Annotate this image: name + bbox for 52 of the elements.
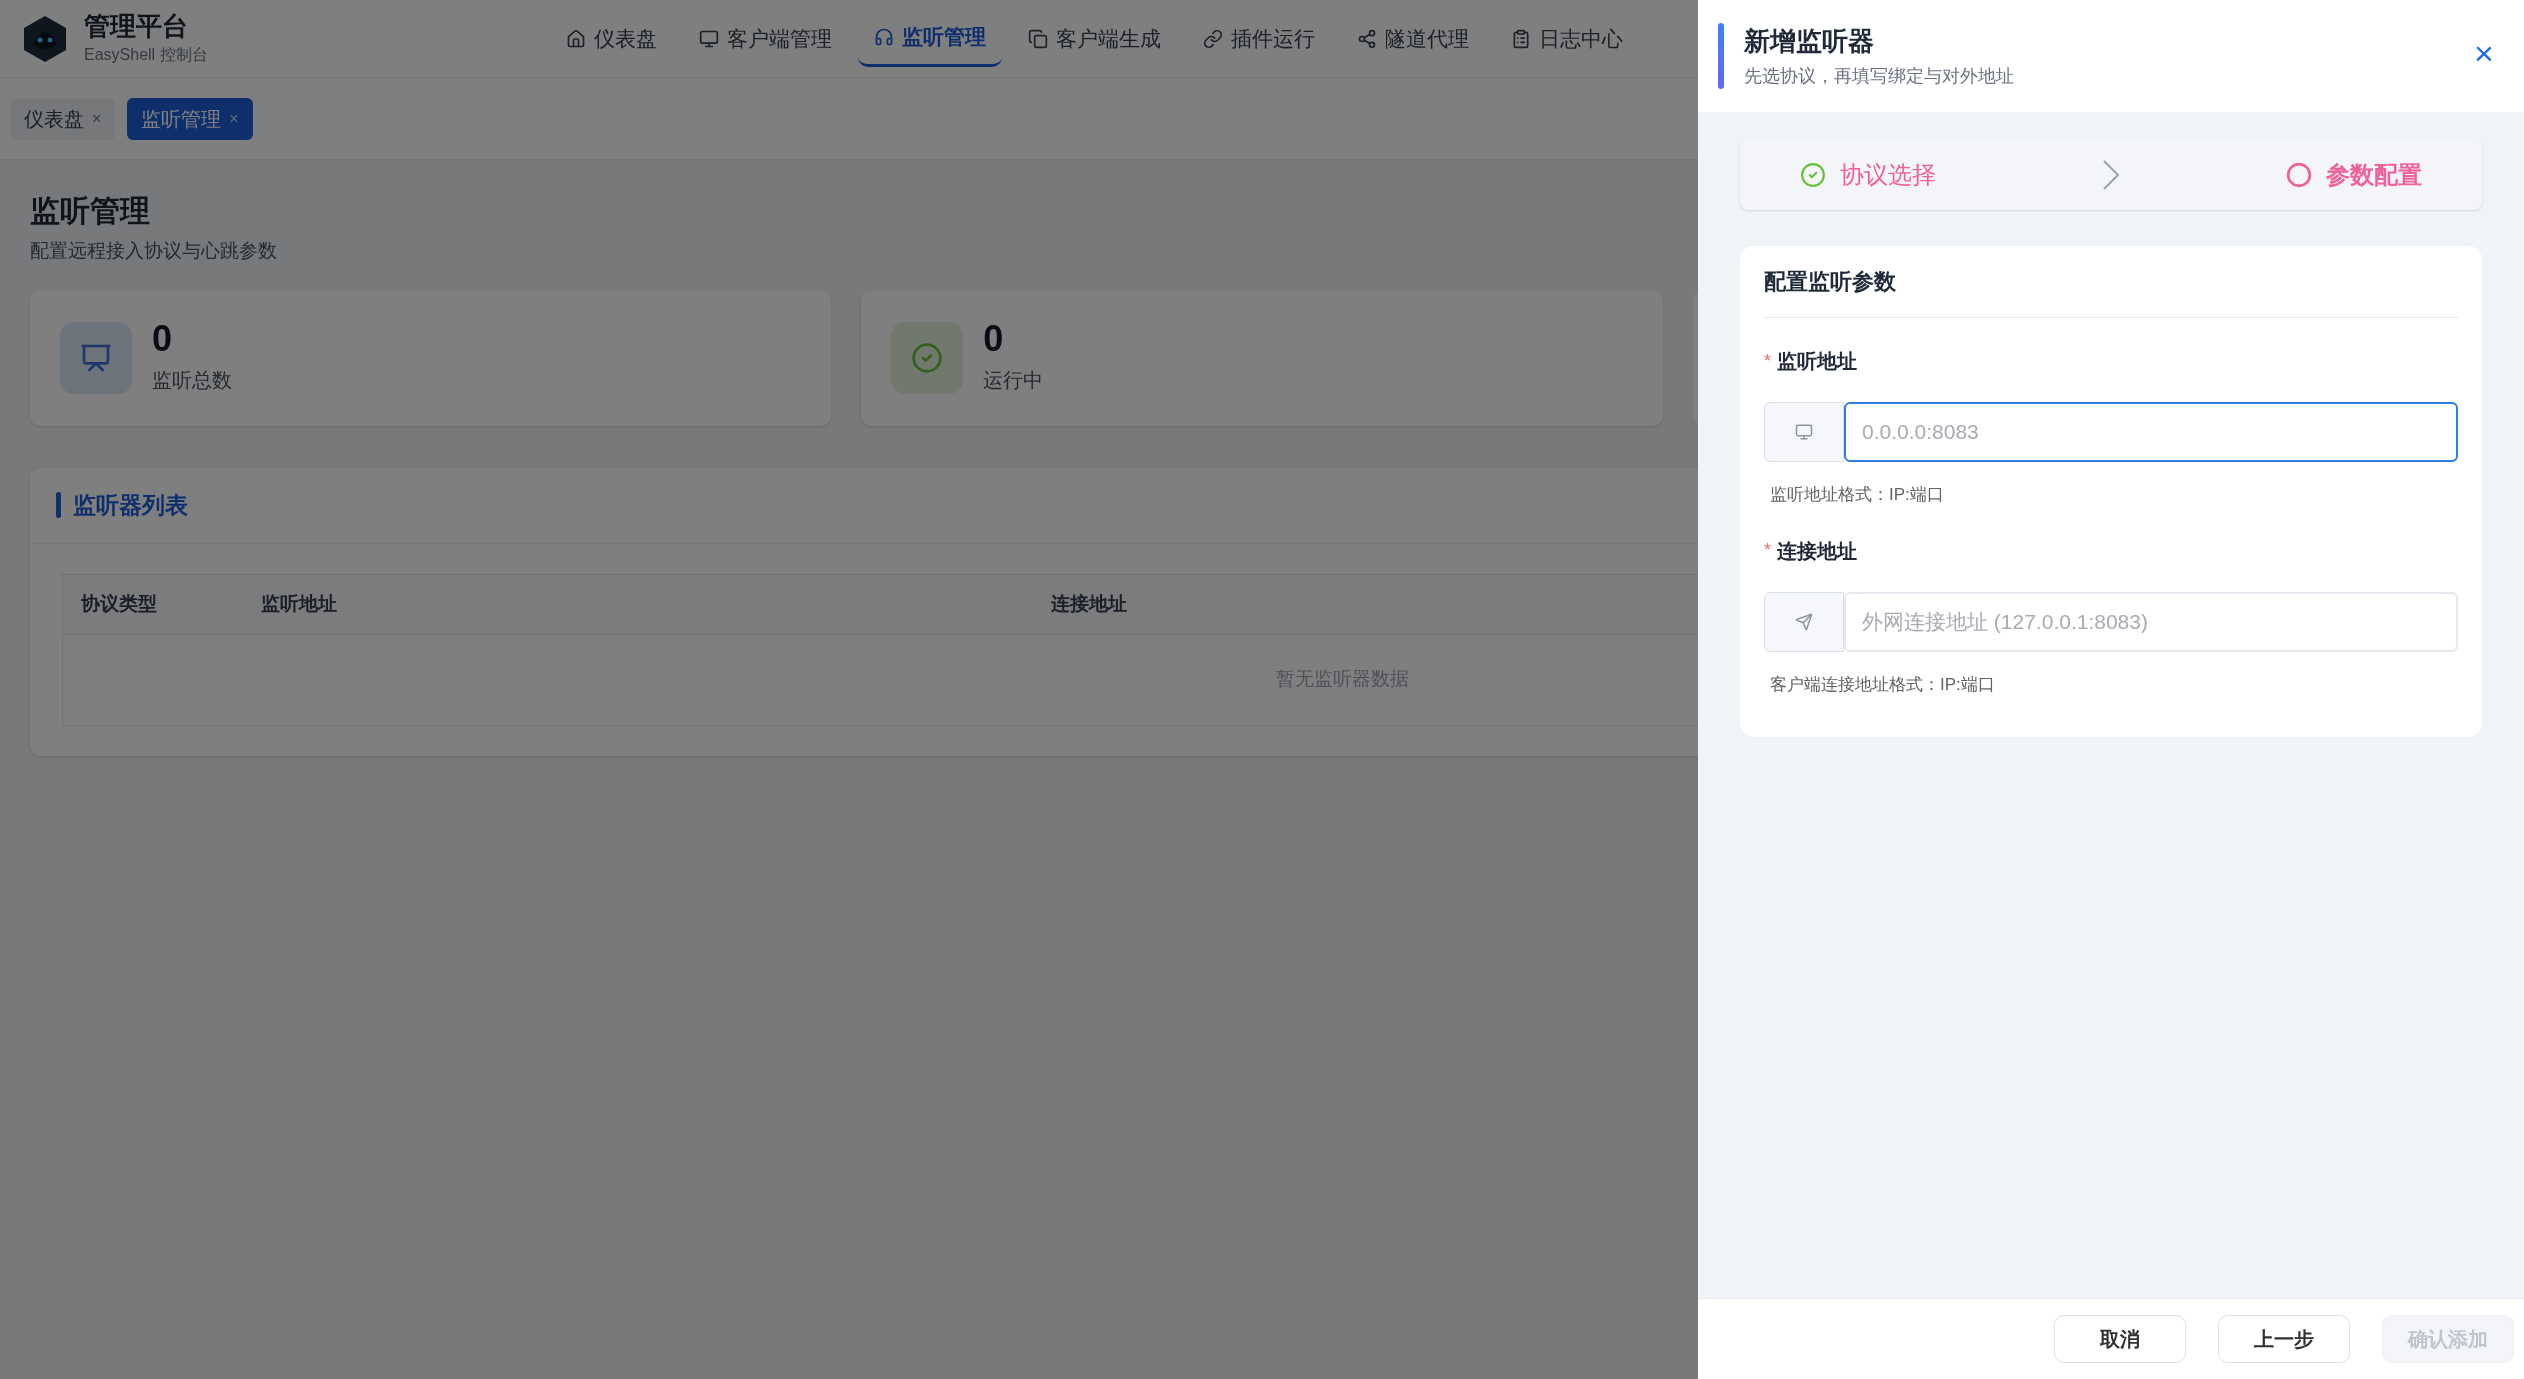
accent-bar — [56, 492, 61, 518]
column-header: 协议类型 — [80, 591, 158, 616]
nav-tab[interactable]: 日志中心 — [1495, 10, 1639, 67]
step-label: 参数配置 — [2326, 160, 2422, 190]
page-tab[interactable]: 监听管理 × — [127, 97, 253, 140]
drawer-title: 新增监听器 — [1744, 25, 1875, 58]
page-title: 监听管理 — [30, 193, 151, 229]
tab-close-button[interactable]: × — [229, 106, 239, 131]
page-tab[interactable]: 仪表盘 × — [10, 97, 116, 140]
close-button[interactable]: × — [2464, 33, 2504, 73]
footer-button[interactable]: 上一步 — [2218, 1315, 2350, 1363]
field-hint: 监听地址格式：IP:端口 — [1770, 484, 1945, 506]
drawer-subtitle: 先选协议，再填写绑定与对外地址 — [1744, 65, 2015, 88]
clipboard-icon — [1511, 28, 1531, 49]
share-icon — [1357, 28, 1377, 49]
check-circle-icon — [911, 341, 944, 374]
nav-tab[interactable]: 客户端管理 — [683, 10, 848, 67]
required-asterisk: * — [1764, 539, 1771, 562]
list-title: 监听器列表 — [73, 490, 188, 520]
tab-close-button[interactable]: × — [92, 106, 102, 131]
stat-label: 运行中 — [983, 367, 1044, 393]
nav-tab[interactable]: 客户端生成 — [1012, 10, 1177, 67]
column-header: 监听地址 — [260, 591, 338, 616]
monitor-icon — [1795, 423, 1813, 441]
chevron-right-icon — [2102, 159, 2120, 191]
copy-icon — [1028, 28, 1048, 49]
column-header: 连接地址 — [1050, 591, 1127, 616]
footer-button[interactable]: 取消 — [2054, 1315, 2186, 1363]
tab-label: 监听管理 — [141, 106, 222, 132]
stat-value: 0 — [983, 320, 1005, 357]
app-title: 管理平台 — [84, 10, 189, 43]
tab-label: 仪表盘 — [24, 106, 84, 132]
stat-value: 0 — [152, 320, 174, 357]
step-label: 协议选择 — [1840, 160, 1936, 190]
headset-icon — [874, 27, 894, 47]
input-field[interactable]: 0.0.0.0:8083 — [1844, 402, 2458, 462]
field-hint: 客户端连接地址格式：IP:端口 — [1770, 673, 1996, 696]
nav-tab[interactable]: 监听管理 — [858, 10, 1002, 67]
field-label: 连接地址 — [1777, 538, 1857, 564]
required-asterisk: * — [1764, 349, 1771, 373]
stat-label: 监听总数 — [152, 367, 232, 393]
section-title: 配置监听参数 — [1764, 268, 1896, 296]
paper-plane-icon — [1795, 612, 1813, 631]
nav-tab[interactable]: 隧道代理 — [1341, 10, 1485, 67]
page-subtitle: 配置远程接入协议与心跳参数 — [30, 239, 278, 263]
monitor-icon — [699, 28, 719, 49]
home-icon — [566, 28, 586, 49]
link-icon — [1203, 28, 1223, 49]
nav-tab[interactable]: 插件运行 — [1187, 10, 1331, 67]
app-subtitle: EasyShell 控制台 — [84, 44, 208, 65]
nav-tab[interactable]: 仪表盘 — [550, 10, 673, 67]
field-label: 监听地址 — [1777, 349, 1857, 374]
